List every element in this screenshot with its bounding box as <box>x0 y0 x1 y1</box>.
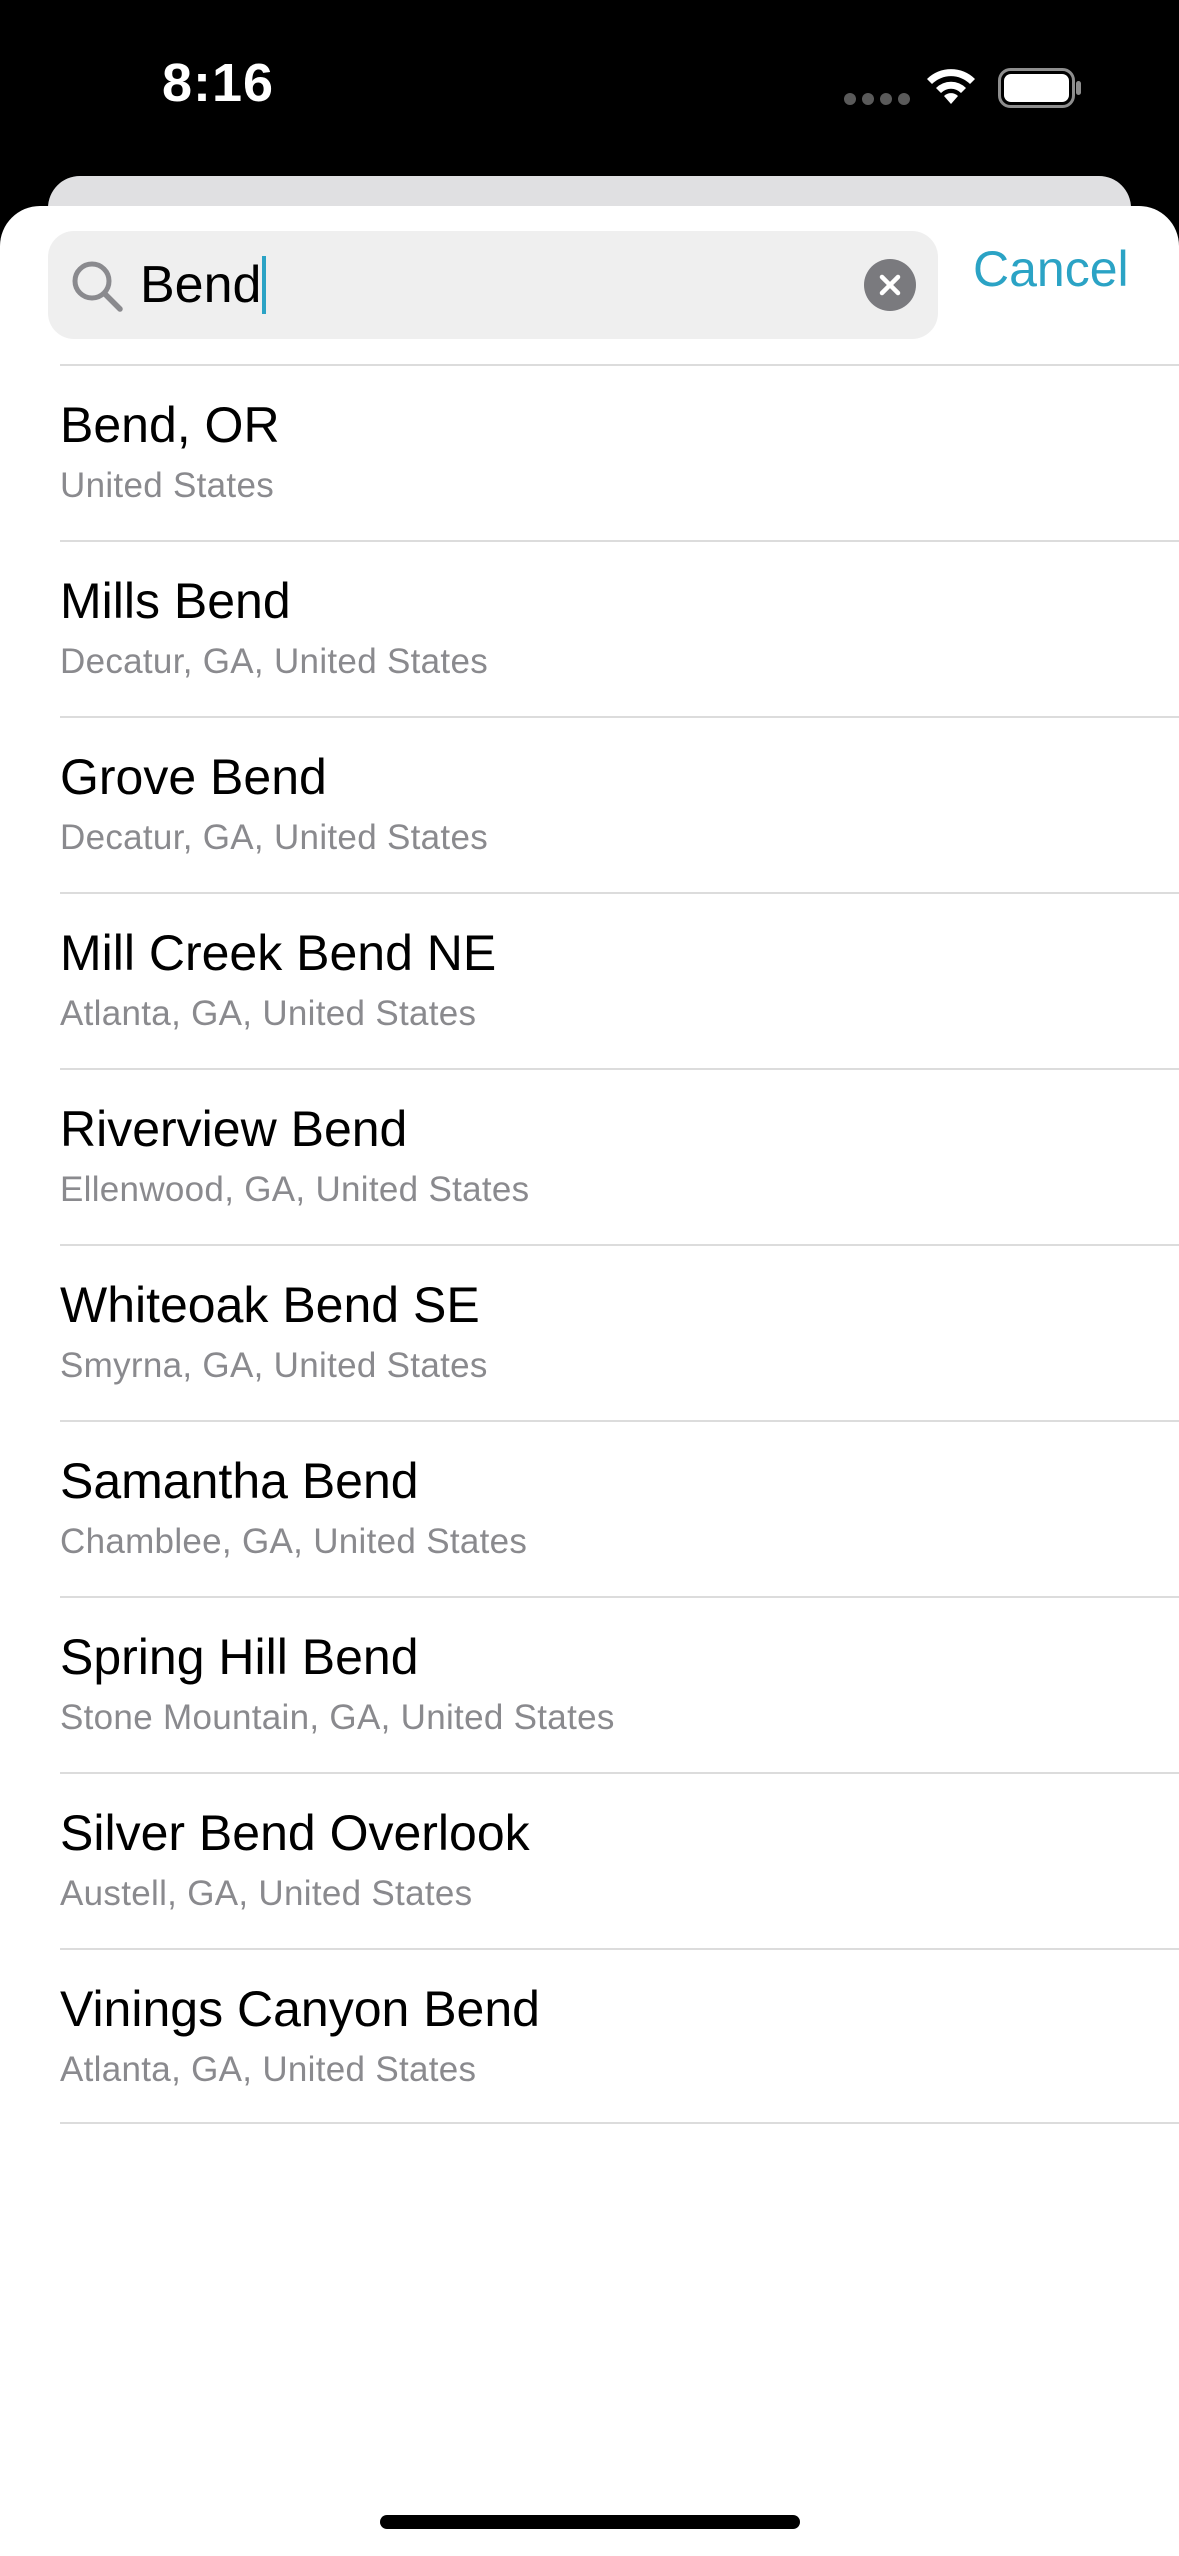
result-subtitle: Decatur, GA, United States <box>60 818 489 857</box>
result-title: Mills Bend <box>60 573 291 629</box>
result-subtitle: Stone Mountain, GA, United States <box>60 1698 615 1737</box>
result-subtitle: Atlanta, GA, United States <box>60 994 477 1033</box>
result-title: Silver Bend Overlook <box>60 1805 530 1861</box>
search-input-value: Bend <box>140 256 262 314</box>
search-result-item[interactable]: Spring Hill Bend Stone Mountain, GA, Unit… <box>0 1596 1179 1772</box>
search-result-item[interactable]: Whiteoak Bend SE Smyrna, GA, United State… <box>0 1244 1179 1420</box>
search-result-item[interactable]: Riverview Bend Ellenwood, GA, United Stat… <box>0 1068 1179 1244</box>
search-result-item[interactable]: Mills Bend Decatur, GA, United States <box>0 540 1179 716</box>
result-subtitle: Decatur, GA, United States <box>60 642 489 681</box>
result-title: Riverview Bend <box>60 1101 408 1157</box>
search-icon <box>72 261 123 312</box>
search-result-item[interactable]: Vinings Canyon Bend Atlanta, GA, United S… <box>0 1948 1179 2124</box>
result-title: Spring Hill Bend <box>60 1629 419 1685</box>
search-input[interactable]: Bend <box>140 231 840 339</box>
result-title: Mill Creek Bend NE <box>60 925 497 981</box>
result-subtitle: Chamblee, GA, United States <box>60 1522 528 1561</box>
clear-icon[interactable] <box>864 259 916 311</box>
result-subtitle: Austell, GA, United States <box>60 1874 473 1913</box>
battery-icon <box>998 68 1081 108</box>
cellular-dots-icon <box>844 93 910 105</box>
search-result-item[interactable]: Silver Bend Overlook Austell, GA, United … <box>0 1772 1179 1948</box>
search-sheet: Bend Cancel Bend, OR United States Mills B… <box>0 206 1179 2556</box>
home-indicator[interactable] <box>380 2515 800 2529</box>
result-title: Samantha Bend <box>60 1453 419 1509</box>
search-result-item[interactable]: Mill Creek Bend NE Atlanta, GA, United St… <box>0 892 1179 1068</box>
status-time: 8:16 <box>162 53 275 113</box>
status-bar: 8:16 <box>0 0 1179 176</box>
result-title: Whiteoak Bend SE <box>60 1277 480 1333</box>
result-title: Bend, OR <box>60 397 280 453</box>
cancel-button[interactable]: Cancel <box>973 240 1129 298</box>
result-subtitle: United States <box>60 466 275 505</box>
result-title: Vinings Canyon Bend <box>60 1981 540 2037</box>
search-result-item[interactable]: Samantha Bend Chamblee, GA, United States <box>0 1420 1179 1596</box>
results-list: Bend, OR United States Mills Bend Decatur, … <box>0 364 1179 2124</box>
result-title: Grove Bend <box>60 749 327 805</box>
result-subtitle: Ellenwood, GA, United States <box>60 1170 530 1209</box>
search-field[interactable]: Bend <box>48 231 938 339</box>
text-caret <box>262 256 267 314</box>
result-subtitle: Smyrna, GA, United States <box>60 1346 488 1385</box>
search-bar: Bend Cancel <box>0 206 1179 364</box>
search-result-item[interactable]: Grove Bend Decatur, GA, United States <box>0 716 1179 892</box>
wifi-icon <box>927 69 975 104</box>
result-subtitle: Atlanta, GA, United States <box>60 2050 477 2089</box>
search-result-item[interactable]: Bend, OR United States <box>0 364 1179 540</box>
